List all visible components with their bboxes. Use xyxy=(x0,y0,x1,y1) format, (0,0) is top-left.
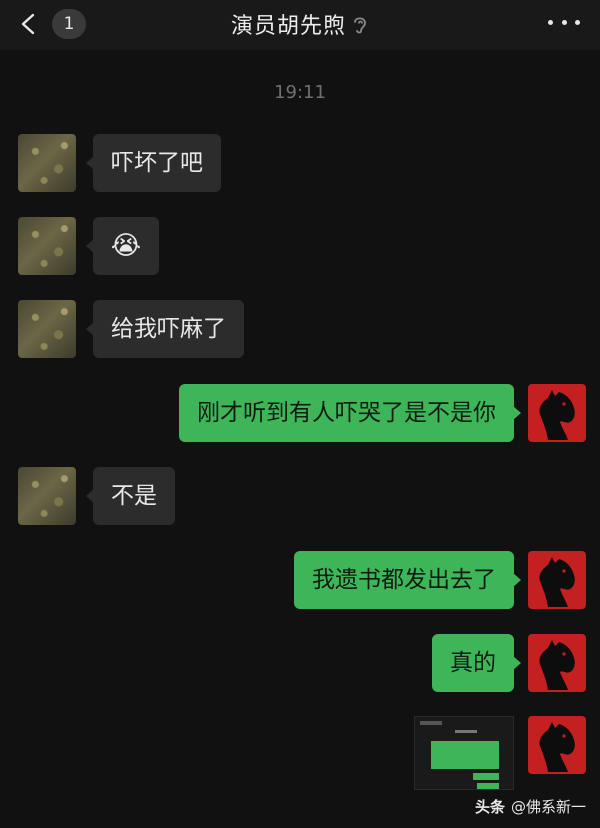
self-avatar[interactable] xyxy=(528,634,586,692)
horse-icon xyxy=(539,390,575,440)
message-timestamp: 19:11 xyxy=(274,82,326,103)
message-bubble-incoming[interactable]: 吓坏了吧 xyxy=(86,134,221,192)
friend-avatar[interactable] xyxy=(18,467,76,525)
watermark-logo: 头条 xyxy=(474,797,505,816)
thumb-title xyxy=(455,730,477,733)
chat-title-area[interactable]: 演员胡先煦 xyxy=(0,8,600,40)
message-bubble-outgoing[interactable]: 真的 xyxy=(432,634,521,692)
friend-avatar[interactable] xyxy=(18,300,76,358)
more-icon-dot xyxy=(575,19,580,25)
more-icon-dot xyxy=(561,19,567,25)
horse-icon xyxy=(539,722,575,772)
more-icon xyxy=(548,19,553,25)
message-bubble-outgoing[interactable]: 我遗书都发出去了 xyxy=(294,551,521,609)
chat-header: 1 演员胡先煦 xyxy=(0,0,600,50)
more-button[interactable] xyxy=(548,10,580,34)
friend-avatar[interactable] xyxy=(18,217,76,275)
chat-screenshot-thumbnail[interactable] xyxy=(414,716,514,790)
thumb-bubble xyxy=(477,783,499,789)
thumb-bubble xyxy=(473,773,499,780)
watermark: 头条 @佛系新一 xyxy=(475,794,586,818)
friend-avatar[interactable] xyxy=(18,134,76,192)
message-bubble-incoming[interactable]: 不是 xyxy=(86,467,175,525)
crying-face-icon: 😭 xyxy=(110,231,142,261)
chat-title: 演员胡先煦 xyxy=(230,14,346,39)
self-avatar[interactable] xyxy=(528,716,586,774)
self-avatar[interactable] xyxy=(528,384,586,442)
horse-icon xyxy=(539,640,575,690)
message-bubble-incoming[interactable]: 给我吓麻了 xyxy=(86,300,244,358)
thumb-bubble xyxy=(431,741,499,769)
message-bubble-outgoing[interactable]: 刚才听到有人吓哭了是不是你 xyxy=(179,384,521,442)
chat-screen: 1 演员胡先煦 19:11 吓坏了吧 😭 给我吓麻了 刚才听到有人吓哭了是不是你 xyxy=(0,0,600,828)
watermark-handle: @佛系新一 xyxy=(510,797,586,816)
horse-icon xyxy=(539,557,575,607)
self-avatar[interactable] xyxy=(528,551,586,609)
ear-icon xyxy=(354,17,366,34)
message-bubble-incoming[interactable]: 😭 xyxy=(86,217,159,275)
thumb-statusbar xyxy=(420,721,442,725)
